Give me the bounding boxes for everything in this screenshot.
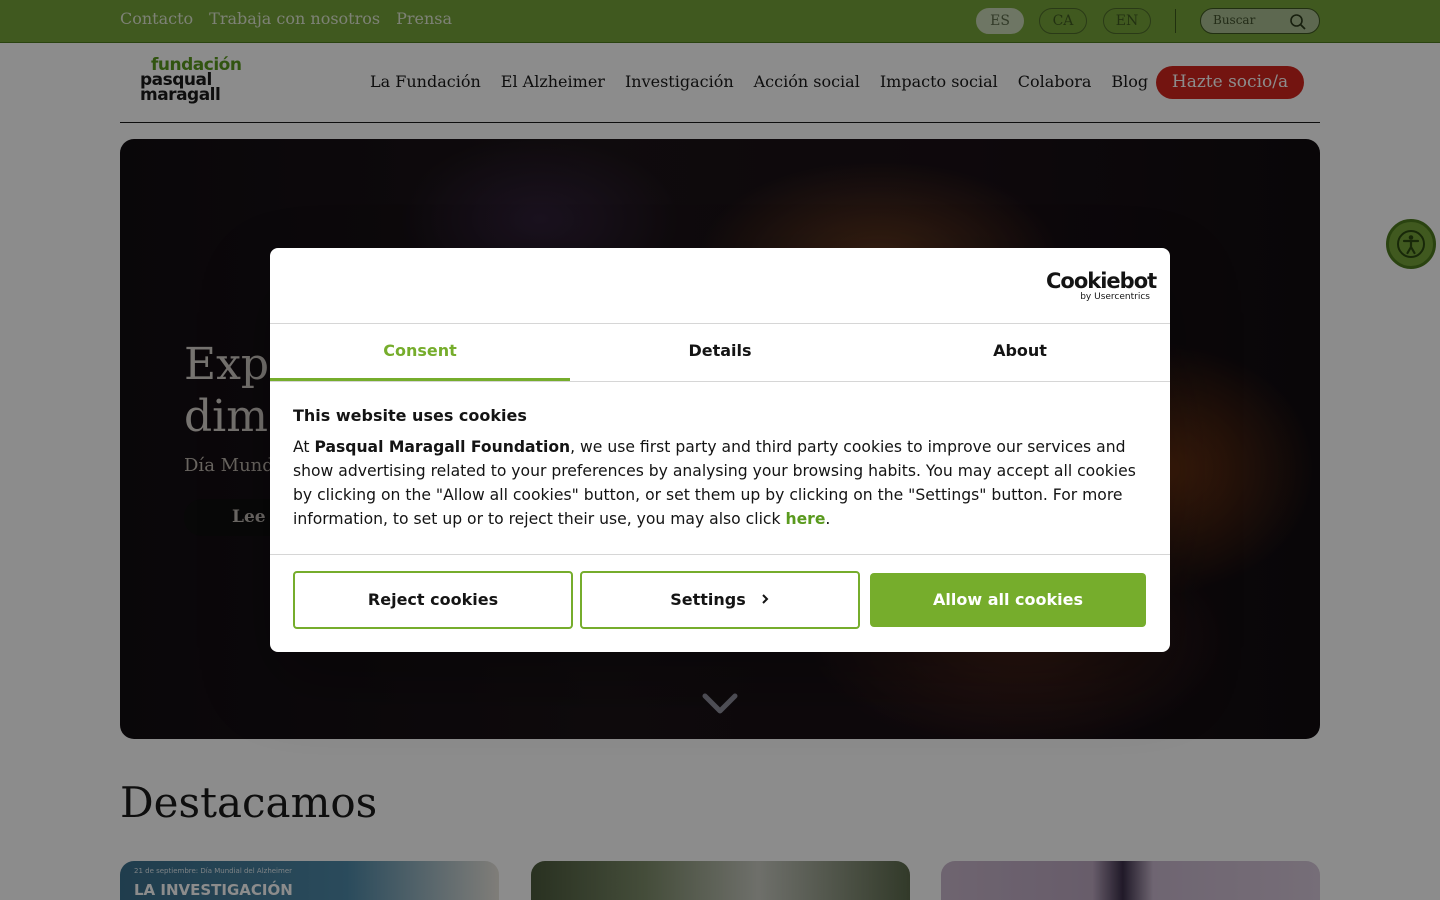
tab-details[interactable]: Details	[570, 324, 870, 381]
text-end: .	[825, 510, 831, 528]
brand-name: Cookiebot	[1046, 269, 1157, 293]
brand-sub: by Usercentrics	[1080, 292, 1150, 302]
settings-label: Settings	[670, 590, 746, 609]
settings-button[interactable]: Settings	[580, 571, 860, 629]
dialog-header: Cookiebot by Usercentrics	[270, 248, 1170, 324]
actions-divider	[270, 554, 1170, 555]
tab-consent[interactable]: Consent	[270, 324, 570, 381]
chevron-right-icon	[762, 594, 769, 604]
dialog-body: This website uses cookies At Pasqual Mar…	[293, 406, 1153, 531]
reject-cookies-button[interactable]: Reject cookies	[293, 571, 573, 629]
cookiebot-logo[interactable]: Cookiebot by Usercentrics	[1046, 269, 1157, 302]
text-before: At	[293, 438, 315, 456]
cookie-consent-dialog: Cookiebot by Usercentrics Consent Detail…	[270, 248, 1170, 652]
company-name: Pasqual Maragall Foundation	[314, 438, 571, 456]
here-link[interactable]: here	[785, 510, 825, 528]
dialog-tabs: Consent Details About	[270, 324, 1170, 382]
dialog-heading: This website uses cookies	[293, 406, 527, 425]
dialog-text: At Pasqual Maragall Foundation, we use f…	[293, 435, 1153, 531]
allow-all-cookies-button[interactable]: Allow all cookies	[870, 573, 1146, 627]
tab-about[interactable]: About	[870, 324, 1170, 381]
